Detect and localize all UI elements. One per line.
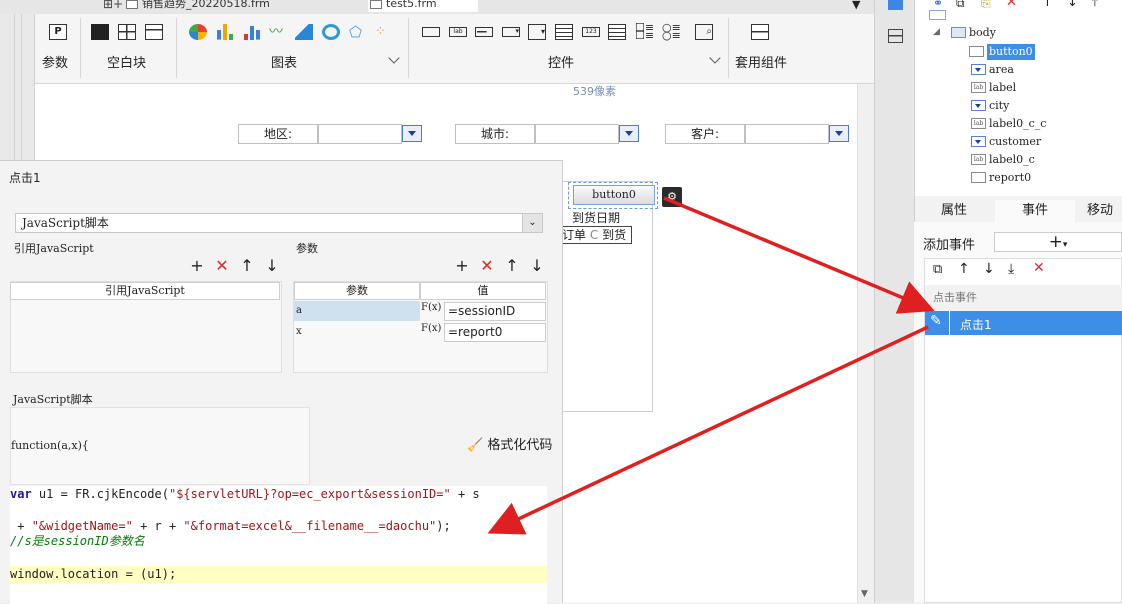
arrow-event-to-code bbox=[487, 325, 929, 535]
annotation-arrows bbox=[487, 196, 935, 535]
arrow-button-to-event bbox=[663, 196, 935, 314]
